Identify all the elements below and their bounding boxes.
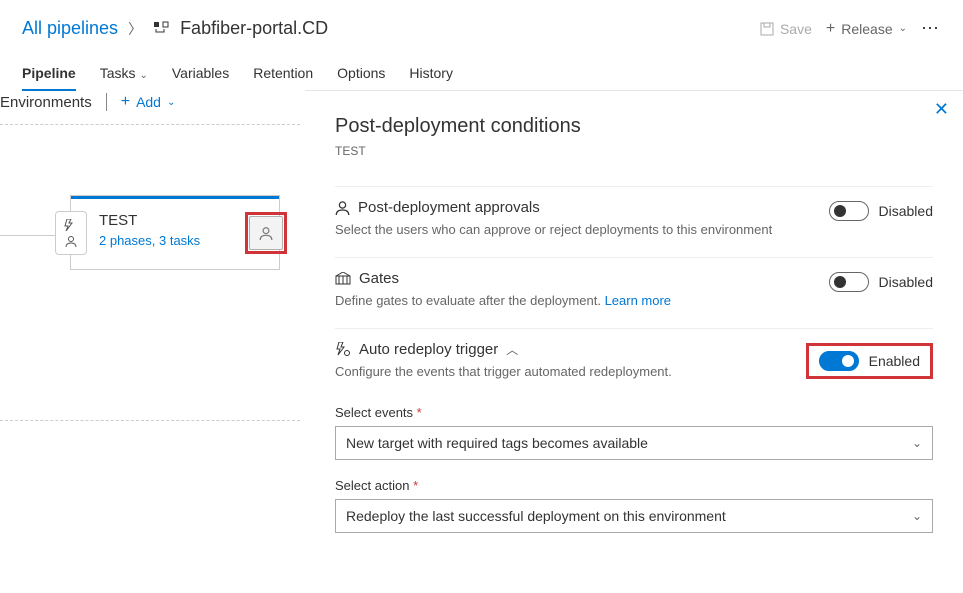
- card-accent: [71, 196, 279, 199]
- chevron-down-icon: ⌄: [899, 23, 907, 34]
- environment-tasks-link[interactable]: 2 phases, 3 tasks: [99, 233, 269, 248]
- plus-icon: +: [121, 93, 130, 111]
- plus-icon: +: [826, 20, 835, 38]
- section-description: Configure the events that trigger automa…: [335, 364, 806, 379]
- field-label-events: Select events *: [335, 405, 933, 420]
- panel-title: Post-deployment conditions: [335, 115, 933, 138]
- add-environment-button[interactable]: + Add ⌄: [121, 93, 176, 111]
- highlight-box: Enabled: [806, 343, 933, 379]
- tab-options[interactable]: Options: [337, 57, 385, 91]
- divider: [106, 93, 107, 111]
- tab-pipeline[interactable]: Pipeline: [22, 57, 76, 91]
- dashed-divider: [0, 420, 300, 421]
- auto-redeploy-toggle[interactable]: [819, 351, 859, 371]
- lightning-icon: [64, 219, 78, 231]
- gates-toggle[interactable]: [829, 272, 869, 292]
- toggle-label: Enabled: [869, 353, 920, 369]
- person-icon: [259, 226, 273, 240]
- header-actions: Save + Release ⌄ ⋯: [760, 18, 941, 39]
- select-action-dropdown[interactable]: Redeploy the last successful deployment …: [335, 499, 933, 533]
- section-auto-redeploy: Auto redeploy trigger ︿ Configure the ev…: [335, 328, 933, 399]
- environment-card[interactable]: TEST 2 phases, 3 tasks: [70, 195, 280, 270]
- gates-icon: [335, 272, 351, 286]
- breadcrumb-root-link[interactable]: All pipelines: [22, 18, 118, 39]
- section-gates: Gates Define gates to evaluate after the…: [335, 257, 933, 328]
- field-label-action: Select action *: [335, 478, 933, 493]
- person-icon: [65, 235, 77, 247]
- tab-variables[interactable]: Variables: [172, 57, 229, 91]
- section-title: Post-deployment approvals: [358, 199, 540, 216]
- left-pane: Environments + Add ⌄ TEST 2 phases, 3 ta…: [0, 124, 300, 270]
- lightning-gear-icon: [335, 342, 351, 357]
- section-description: Define gates to evaluate after the deplo…: [335, 293, 829, 308]
- section-approvals: Post-deployment approvals Select the use…: [335, 186, 933, 257]
- pre-deployment-conditions-button[interactable]: [55, 211, 87, 255]
- save-button: Save: [760, 21, 812, 37]
- post-deployment-conditions-button[interactable]: [249, 216, 283, 250]
- post-deployment-panel: ✕ Post-deployment conditions TEST Post-d…: [305, 90, 963, 593]
- environments-label: Environments: [0, 94, 92, 111]
- person-icon: [335, 200, 350, 215]
- chevron-down-icon: ⌄: [167, 97, 175, 108]
- select-events-dropdown[interactable]: New target with required tags becomes av…: [335, 426, 933, 460]
- release-button[interactable]: + Release ⌄: [826, 20, 907, 38]
- chevron-up-icon[interactable]: ︿: [506, 341, 518, 358]
- redeploy-form: Select events * New target with required…: [335, 405, 933, 533]
- page-title: Fabfiber-portal.CD: [180, 18, 328, 39]
- learn-more-link[interactable]: Learn more: [605, 293, 671, 308]
- tab-retention[interactable]: Retention: [253, 57, 313, 91]
- chevron-down-icon: ⌄: [912, 509, 922, 523]
- toggle-label: Disabled: [879, 274, 933, 290]
- section-description: Select the users who can approve or reje…: [335, 222, 829, 237]
- tab-history[interactable]: History: [409, 57, 453, 91]
- save-icon: [760, 22, 774, 36]
- panel-subtitle: TEST: [335, 144, 933, 158]
- environment-name: TEST: [99, 212, 269, 229]
- section-title: Auto redeploy trigger: [359, 341, 498, 358]
- close-icon[interactable]: ✕: [934, 99, 949, 120]
- breadcrumb: All pipelines 〉 Fabfiber-portal.CD: [22, 18, 328, 39]
- environments-header: Environments + Add ⌄: [0, 93, 175, 111]
- chevron-down-icon: ⌄: [912, 436, 922, 450]
- tab-tasks[interactable]: Tasks⌄: [100, 57, 148, 91]
- approvals-toggle[interactable]: [829, 201, 869, 221]
- chevron-right-icon: 〉: [128, 19, 142, 39]
- tabs: Pipeline Tasks⌄ Variables Retention Opti…: [0, 57, 963, 92]
- pipeline-icon: [152, 20, 170, 38]
- toggle-label: Disabled: [879, 203, 933, 219]
- section-title: Gates: [359, 270, 399, 287]
- more-menu-button[interactable]: ⋯: [921, 18, 941, 39]
- chevron-down-icon: ⌄: [139, 70, 147, 81]
